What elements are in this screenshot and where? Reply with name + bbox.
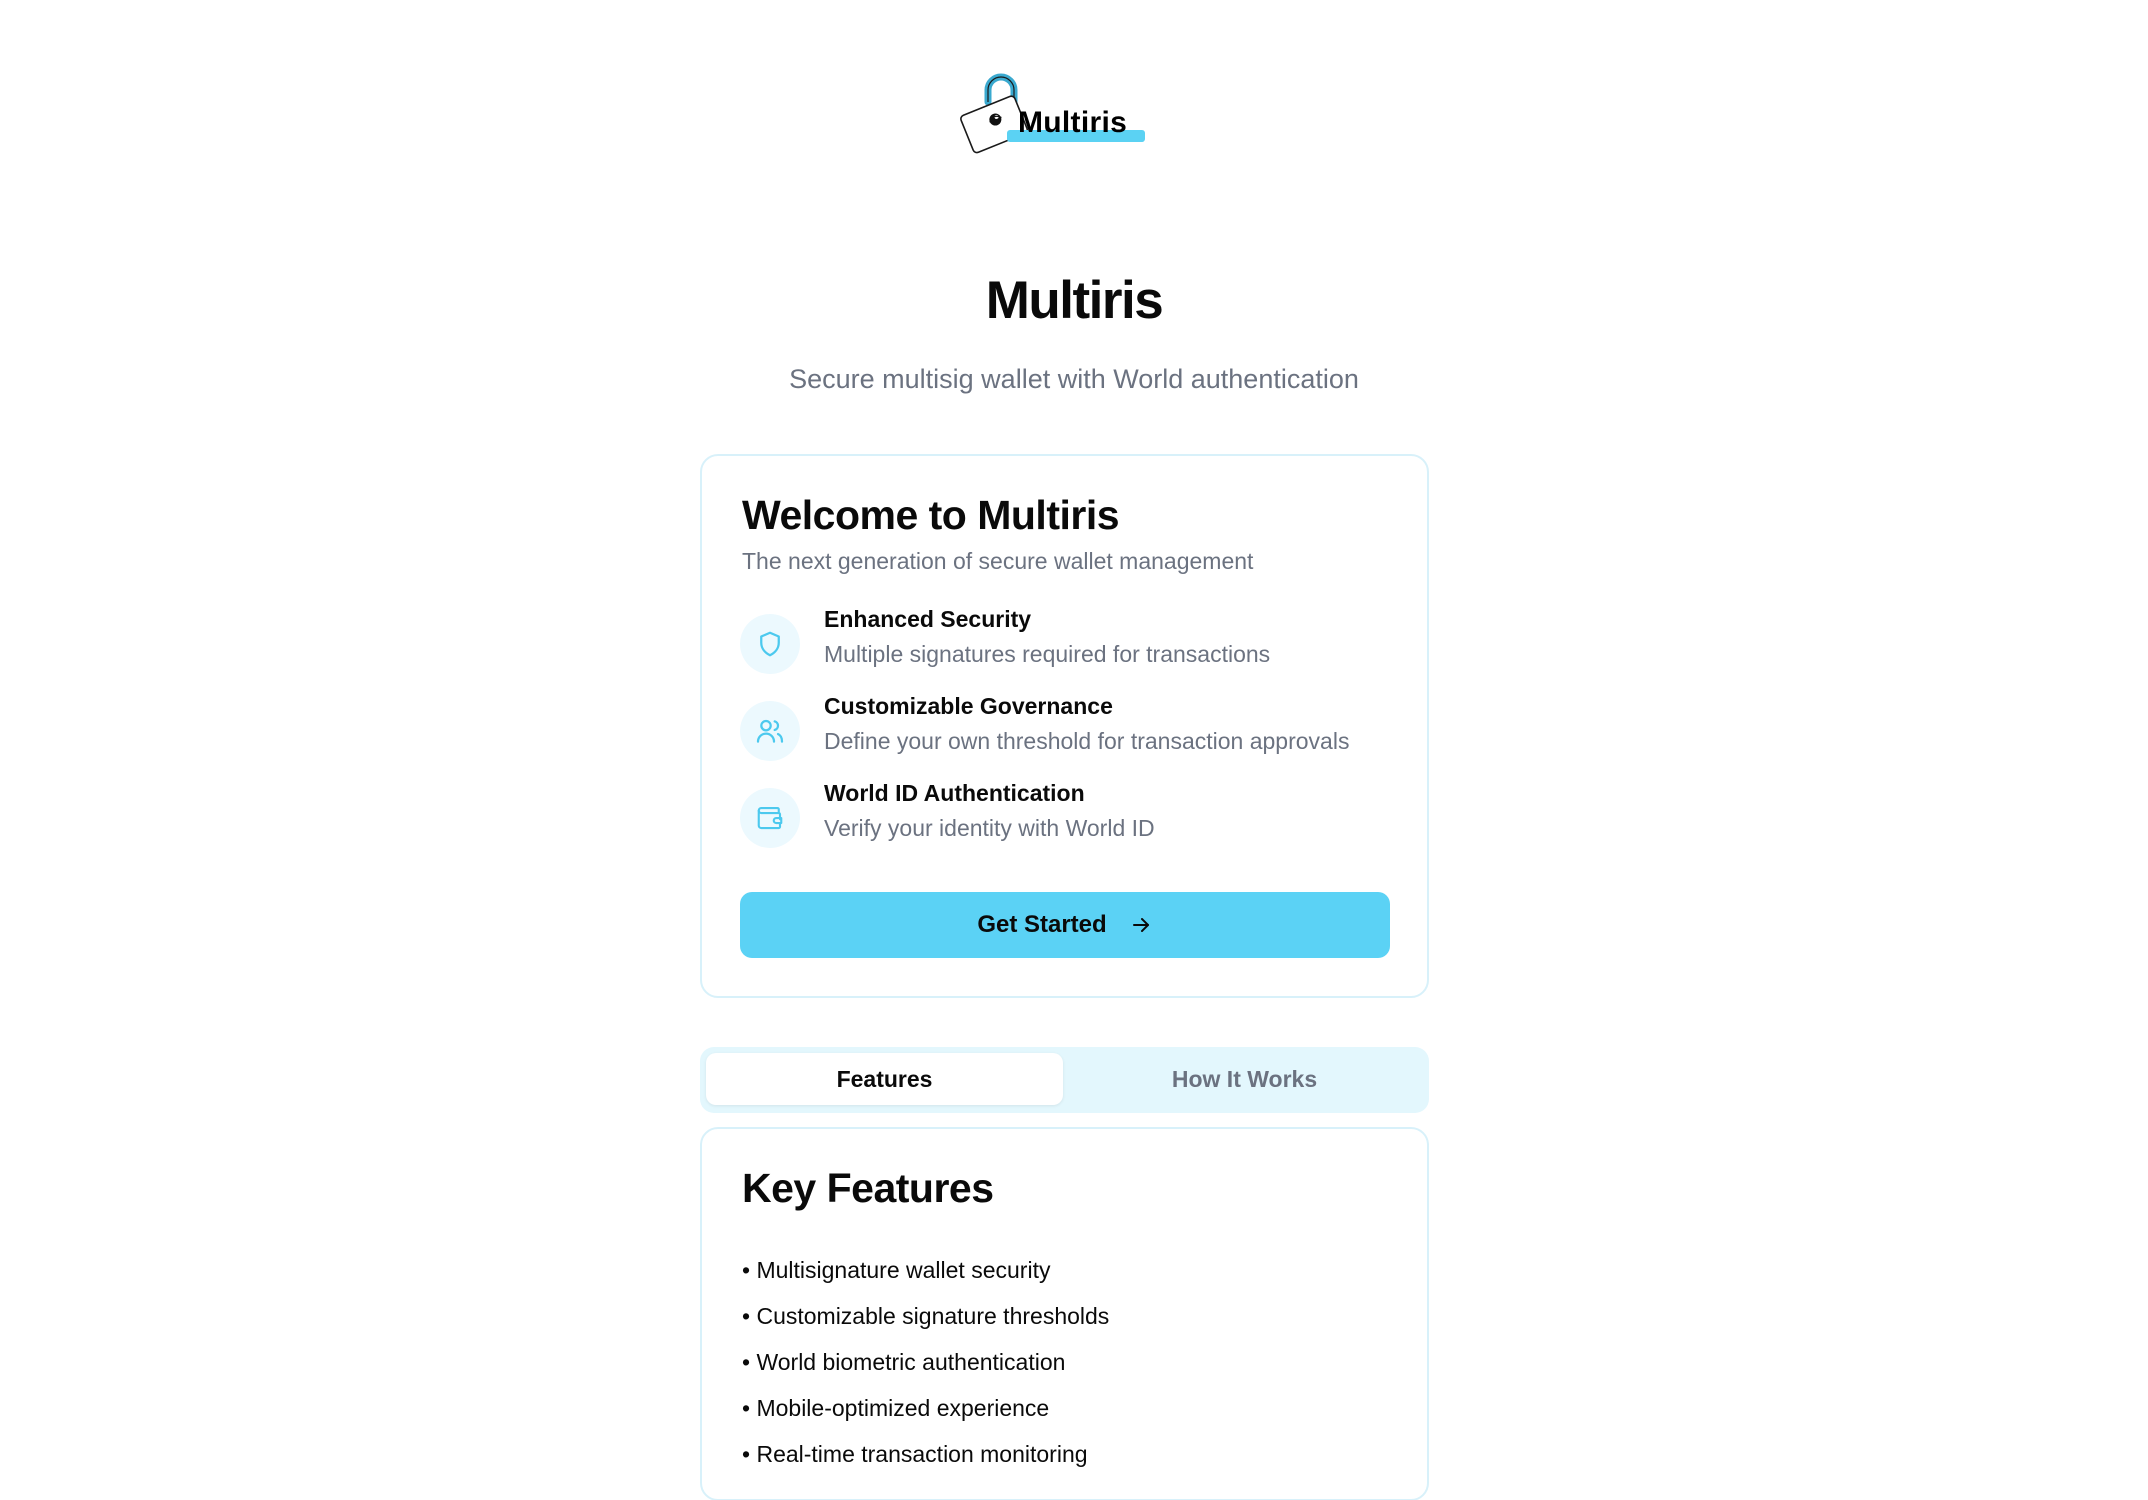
tab-features[interactable]: Features [706,1053,1063,1105]
feature-title: World ID Authentication [824,780,1085,806]
list-item: World biometric authentication [742,1339,1109,1385]
page-subtitle: Secure multisig wallet with World authen… [789,364,1359,394]
key-features-list: Multisignature wallet security Customiza… [742,1247,1109,1477]
get-started-label: Get Started [977,911,1107,938]
list-item: Multisignature wallet security [742,1247,1109,1293]
feature-item-world-id: World ID Authentication Verify your iden… [740,780,1400,850]
tab-bar: Features How It Works [700,1047,1429,1113]
logo-text: Multiris [1018,106,1128,139]
users-icon [740,701,800,761]
page-title: Multiris [985,271,1164,330]
key-features-title: Key Features [742,1165,994,1211]
list-item: Real-time transaction monitoring [742,1431,1109,1477]
page: Multiris Multiris Secure multisig wallet… [0,0,2148,1500]
feature-description: Verify your identity with World ID [824,815,1155,841]
wallet-icon [740,788,800,848]
feature-title: Customizable Governance [824,693,1113,719]
shield-icon [740,614,800,674]
welcome-title: Welcome to Multiris [742,492,1120,538]
welcome-card: Welcome to Multiris The next generation … [700,454,1429,998]
arrow-right-icon [1132,918,1149,932]
welcome-subtitle: The next generation of secure wallet man… [742,548,1254,574]
feature-item-governance: Customizable Governance Define your own … [740,693,1400,763]
list-item: Customizable signature thresholds [742,1293,1109,1339]
feature-description: Multiple signatures required for transac… [824,641,1271,667]
get-started-button[interactable]: Get Started [740,892,1390,958]
key-features-card: Key Features Multisignature wallet secur… [700,1127,1429,1500]
feature-description: Define your own threshold for transactio… [824,728,1350,754]
feature-item-security: Enhanced Security Multiple signatures re… [740,606,1400,676]
list-item: Mobile-optimized experience [742,1385,1109,1431]
multiris-logo: Multiris [955,72,1145,154]
feature-title: Enhanced Security [824,606,1032,632]
tab-how-it-works[interactable]: How It Works [1066,1053,1423,1105]
